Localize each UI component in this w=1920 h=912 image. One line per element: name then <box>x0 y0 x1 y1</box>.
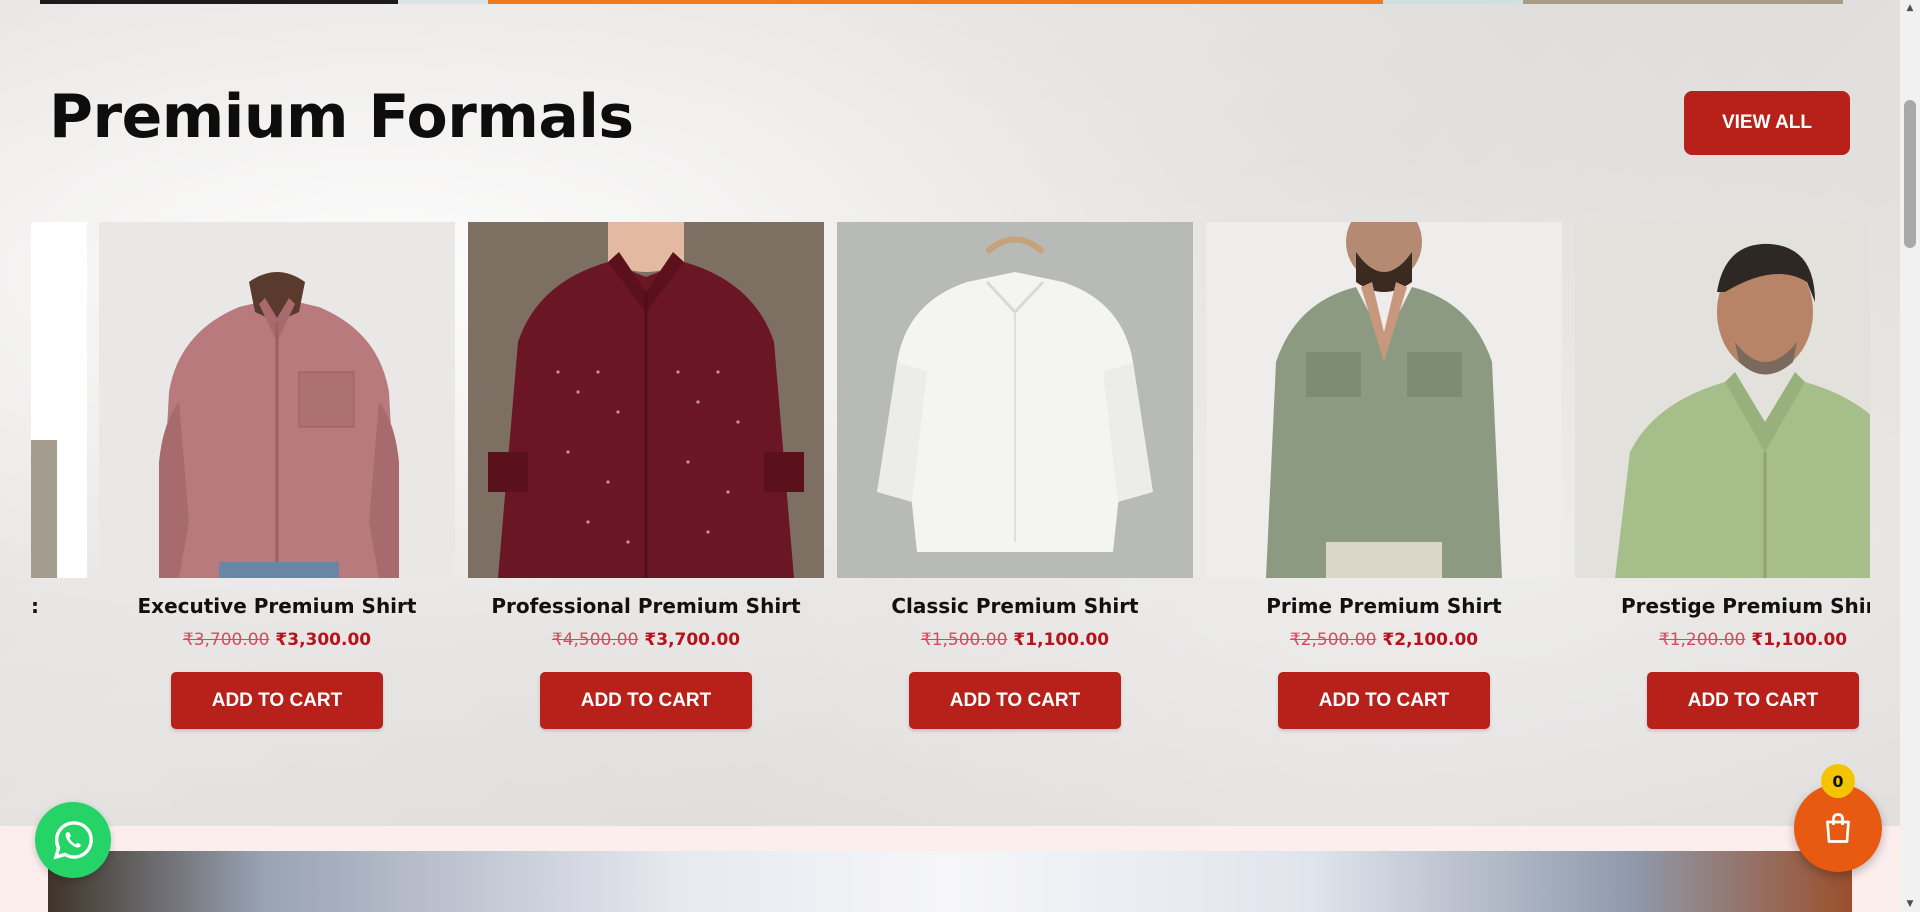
product-carousel[interactable]: : Executive Premium Shirt ₹3,700.00 ₹3,30… <box>31 222 1870 742</box>
whatsapp-icon <box>53 821 93 860</box>
product-card-prime[interactable]: Prime Premium Shirt ₹2,500.00 ₹2,100.00 A… <box>1206 222 1562 742</box>
product-name[interactable]: Professional Premium Shirt <box>448 594 844 618</box>
vertical-scrollbar[interactable]: ▲ ▼ <box>1900 0 1920 912</box>
add-to-cart-button[interactable]: ADD TO CART <box>1278 672 1490 729</box>
sale-price: ₹1,100.00 <box>1751 630 1848 650</box>
product-price: ₹3,700.00 ₹3,300.00 <box>79 630 475 650</box>
old-price: ₹1,200.00 <box>1658 630 1746 650</box>
product-card-classic[interactable]: Classic Premium Shirt ₹1,500.00 ₹1,100.00… <box>837 222 1193 742</box>
section-title: Premium Formals <box>49 82 634 152</box>
scrollbar-thumb[interactable] <box>1904 100 1916 248</box>
product-card-professional[interactable]: Professional Premium Shirt ₹4,500.00 ₹3,7… <box>468 222 824 742</box>
product-name[interactable]: Classic Premium Shirt <box>817 594 1213 618</box>
add-to-cart-button[interactable]: ADD TO CART <box>1647 672 1859 729</box>
sale-price: ₹3,700.00 <box>644 630 741 650</box>
scroll-up-arrow-icon[interactable]: ▲ <box>1900 0 1920 16</box>
add-to-cart-button[interactable]: ADD TO CART <box>171 672 383 729</box>
product-price: ₹2,500.00 ₹2,100.00 <box>1186 630 1582 650</box>
old-price: ₹4,500.00 <box>551 630 639 650</box>
product-card-executive[interactable]: Executive Premium Shirt ₹3,700.00 ₹3,300.… <box>99 222 455 742</box>
product-name[interactable]: Executive Premium Shirt <box>79 594 475 618</box>
page: Premium Formals VIEW ALL : Executive Pre… <box>0 0 1900 912</box>
product-image-partial[interactable] <box>31 222 87 578</box>
old-price: ₹2,500.00 <box>1289 630 1377 650</box>
product-name[interactable]: Prime Premium Shirt <box>1186 594 1582 618</box>
product-price: ₹1,200.00 ₹1,100.00 <box>1555 630 1870 650</box>
previous-section-strip <box>0 0 1900 5</box>
view-all-button[interactable]: VIEW ALL <box>1684 91 1850 155</box>
add-to-cart-button[interactable]: ADD TO CART <box>540 672 752 729</box>
product-image-classic[interactable] <box>837 222 1193 578</box>
sale-price: ₹3,300.00 <box>275 630 372 650</box>
add-to-cart-button[interactable]: ADD TO CART <box>909 672 1121 729</box>
product-image-prime[interactable] <box>1206 222 1562 578</box>
old-price: ₹1,500.00 <box>920 630 1008 650</box>
product-image-executive[interactable] <box>99 222 455 578</box>
product-image-prestige[interactable] <box>1575 222 1870 578</box>
sale-price: ₹2,100.00 <box>1382 630 1479 650</box>
product-price: ₹4,500.00 ₹3,700.00 <box>448 630 844 650</box>
next-section-banner-image <box>48 851 1852 912</box>
product-price: ₹1,500.00 ₹1,100.00 <box>817 630 1213 650</box>
product-name-partial: : <box>31 594 39 618</box>
product-image-professional[interactable] <box>468 222 824 578</box>
sale-price: ₹1,100.00 <box>1013 630 1110 650</box>
cart-count-badge: 0 <box>1821 764 1855 798</box>
product-card-partial[interactable]: : <box>31 222 91 742</box>
product-name[interactable]: Prestige Premium Shirt <box>1555 594 1870 618</box>
product-card-prestige[interactable]: Prestige Premium Shirt ₹1,200.00 ₹1,100.0… <box>1575 222 1870 742</box>
scroll-down-arrow-icon[interactable]: ▼ <box>1900 896 1920 912</box>
shopping-bag-icon <box>1826 813 1850 843</box>
old-price: ₹3,700.00 <box>182 630 270 650</box>
whatsapp-chat-button[interactable] <box>35 802 111 878</box>
